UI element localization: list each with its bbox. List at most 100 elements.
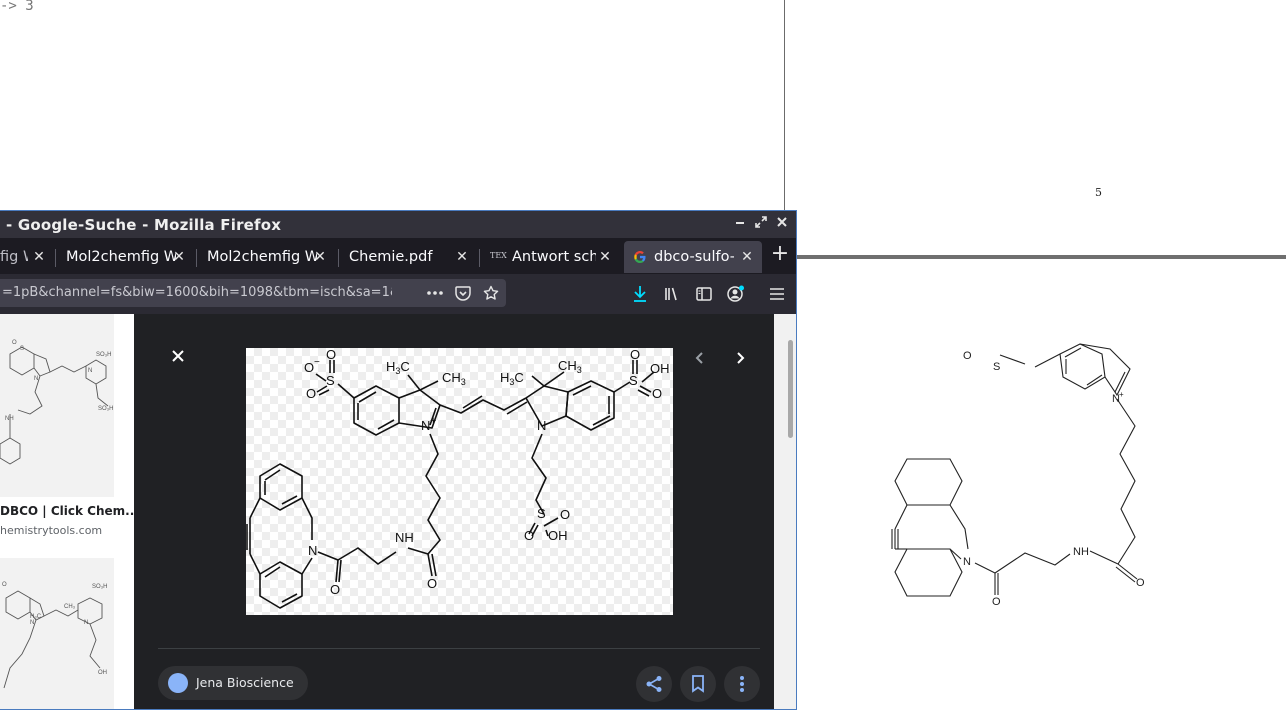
tab-separator xyxy=(196,249,197,267)
editor-output-line: -> 3 xyxy=(0,0,34,14)
tab-active[interactable]: dbco-sulfo-c ✕ xyxy=(624,241,762,273)
share-button[interactable] xyxy=(636,666,672,702)
tab-separator xyxy=(479,249,480,267)
url-bar[interactable]: =1pB&channel=fs&biw=1600&bih=1098&tbm=is… xyxy=(0,279,506,307)
svg-text:SO₃H: SO₃H xyxy=(98,406,113,412)
image-results-column: O S SO₃H N N SO₃H NH DBCO | Click Chem... he… xyxy=(0,314,139,709)
label-s-chain: S xyxy=(537,506,546,521)
label-c: C xyxy=(400,359,409,374)
right-sulfur-label: S xyxy=(993,361,1000,373)
tab-close-icon[interactable]: ✕ xyxy=(30,248,48,266)
label-h3c-left: H3C xyxy=(386,359,410,376)
tab-1[interactable]: fig W ✕ xyxy=(0,241,54,273)
account-icon xyxy=(727,285,744,302)
previous-image-button[interactable] xyxy=(690,348,710,368)
more-vertical-icon xyxy=(740,676,744,692)
label-oh-chain: OH xyxy=(548,528,568,543)
close-window-button[interactable] xyxy=(773,215,791,233)
chevron-left-icon xyxy=(695,352,703,364)
svg-text:O: O xyxy=(2,582,7,588)
tex-favicon-icon: TEX xyxy=(490,251,507,260)
new-tab-button[interactable]: + xyxy=(768,243,792,267)
label-o-amide: O xyxy=(427,576,437,591)
tab-label: dbco-sulfo-c xyxy=(654,249,734,265)
image-preview-panel: O − S O O H3C CH3 N + H3C CH3 N S O OH O… xyxy=(134,314,774,709)
google-favicon-icon xyxy=(634,251,646,263)
tab-close-icon[interactable]: ✕ xyxy=(596,248,614,266)
label-o-minus: O xyxy=(304,360,314,375)
minimize-button[interactable] xyxy=(731,215,749,233)
svg-text:OH: OH xyxy=(98,670,107,676)
sidebar-icon xyxy=(696,287,712,301)
menu-button[interactable] xyxy=(766,283,788,305)
label-minus: − xyxy=(314,357,320,368)
right-plus-label: + xyxy=(1119,390,1124,399)
url-text[interactable]: =1pB&channel=fs&biw=1600&bih=1098&tbm=is… xyxy=(2,285,392,300)
account-button[interactable] xyxy=(725,283,747,305)
molecule-structure-right: O S N + NH O N O xyxy=(891,343,1145,608)
molecule-structure-preview: O − S O O H3C CH3 N + H3C CH3 N S O OH O… xyxy=(246,348,670,609)
label-h: H xyxy=(386,359,395,374)
label-nh: NH xyxy=(395,530,414,545)
label-o-left-bottom: O xyxy=(306,386,316,401)
result-thumbnail-2[interactable]: O SO₃H H₃C CH₃ N N OH xyxy=(0,558,114,709)
navigation-bar: =1pB&channel=fs&biw=1600&bih=1098&tbm=is… xyxy=(0,274,796,314)
label-ch3-left: CH3 xyxy=(442,370,466,387)
tab-close-icon[interactable]: ✕ xyxy=(311,248,329,266)
close-preview-button[interactable] xyxy=(168,348,188,368)
sidebar-button[interactable] xyxy=(693,283,715,305)
tab-separator xyxy=(338,249,339,267)
page-scrollbar[interactable] xyxy=(774,314,796,709)
tab-label: Mol2chemfig W xyxy=(66,249,176,265)
downloads-button[interactable] xyxy=(629,283,651,305)
bookmark-star-button[interactable] xyxy=(480,282,502,304)
result-thumbnail-1[interactable]: O S SO₃H N N SO₃H NH xyxy=(0,314,114,497)
svg-text:O: O xyxy=(12,340,17,346)
firefox-window: - Google-Suche - Mozilla Firefox fig W ✕… xyxy=(0,210,797,710)
library-button[interactable] xyxy=(661,283,683,305)
svg-text:NH: NH xyxy=(5,416,14,422)
result-thumbnail-1-structure: OS SO₃H N N SO₃H NH xyxy=(0,340,113,465)
tab-3[interactable]: Mol2chemfig W ✕ xyxy=(199,241,335,273)
page-actions-button[interactable] xyxy=(424,282,446,304)
svg-text:SO₃H: SO₃H xyxy=(96,352,111,358)
more-options-button[interactable] xyxy=(724,666,760,702)
tab-label: fig W xyxy=(0,249,28,265)
label-c: C xyxy=(514,370,523,385)
chevron-right-icon xyxy=(737,352,745,364)
preview-image[interactable]: O − S O O H3C CH3 N + H3C CH3 N S O OH O… xyxy=(246,348,673,615)
tab-close-icon[interactable]: ✕ xyxy=(170,248,188,266)
svg-text:N: N xyxy=(88,368,92,374)
label-plus: + xyxy=(430,415,436,427)
save-image-button[interactable] xyxy=(680,666,716,702)
source-chip[interactable]: Jena Bioscience xyxy=(158,666,308,700)
result-title-1[interactable]: DBCO | Click Chem... xyxy=(0,504,139,518)
tab-2[interactable]: Mol2chemfig W ✕ xyxy=(58,241,194,273)
label-ch: CH xyxy=(558,358,577,373)
tab-4[interactable]: Chemie.pdf ✕ xyxy=(341,241,477,273)
close-icon xyxy=(172,350,184,362)
label-ch3-right: CH3 xyxy=(558,358,582,375)
plus-icon: + xyxy=(770,241,790,266)
next-image-button[interactable] xyxy=(730,348,750,368)
share-icon xyxy=(646,676,662,692)
svg-text:S: S xyxy=(20,346,24,352)
label-o-dbco: O xyxy=(330,582,340,597)
preview-divider xyxy=(158,648,760,649)
tab-5[interactable]: TEX Antwort sch ✕ xyxy=(482,241,620,273)
tab-close-icon[interactable]: ✕ xyxy=(453,248,471,266)
pocket-icon xyxy=(455,285,471,301)
svg-text:CH₃: CH₃ xyxy=(64,604,76,610)
label-sub-3: 3 xyxy=(577,365,582,375)
window-title: - Google-Suche - Mozilla Firefox xyxy=(6,216,282,234)
page-number: 5 xyxy=(1095,186,1102,199)
scrollbar-thumb[interactable] xyxy=(788,340,793,438)
pocket-button[interactable] xyxy=(452,282,474,304)
globe-icon xyxy=(168,673,188,693)
pdf-viewer: 5 O S N + NH O N O xyxy=(785,0,1286,710)
right-nh-label: NH xyxy=(1073,546,1089,558)
label-s-right: S xyxy=(629,373,638,388)
tab-close-icon[interactable]: ✕ xyxy=(738,248,756,266)
tab-separator xyxy=(55,249,56,267)
maximize-button[interactable] xyxy=(752,215,770,233)
